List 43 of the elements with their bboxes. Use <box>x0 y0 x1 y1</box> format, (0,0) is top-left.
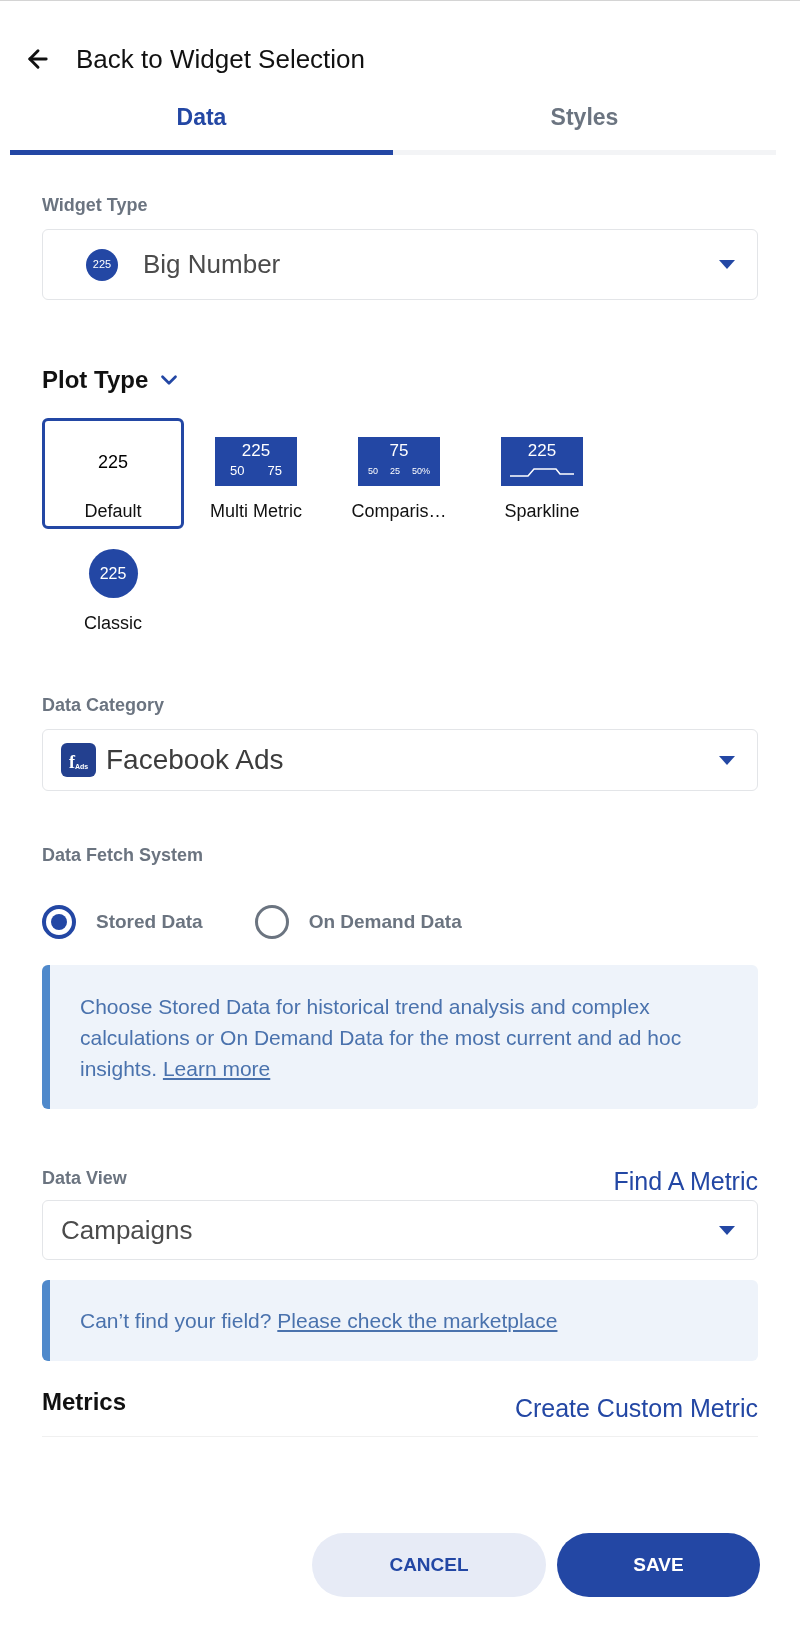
preview-number: 50 <box>230 462 245 480</box>
preview-number: 50% <box>411 465 430 478</box>
radio-button[interactable] <box>42 905 76 939</box>
field-label: Data View <box>42 1167 127 1190</box>
field-label: Data Fetch System <box>42 844 205 867</box>
preview-number: 50 <box>368 465 378 478</box>
preview-number: 225 <box>241 440 271 462</box>
save-button[interactable]: SAVE <box>557 1533 760 1597</box>
radio-button[interactable] <box>254 905 289 939</box>
caret-icon <box>719 260 735 269</box>
preview-number: 75 <box>389 440 409 462</box>
radio-label[interactable]: On Demand Data <box>308 907 462 937</box>
plot-type-option[interactable]: 225 50 75 Multi Metric <box>185 418 327 529</box>
caret-icon <box>719 1225 735 1235</box>
plot-type-option[interactable]: 225 Default <box>42 418 184 529</box>
tab[interactable]: Styles <box>393 92 776 155</box>
radio-label[interactable]: Stored Data <box>96 907 203 937</box>
preview-number: 225 <box>99 563 127 584</box>
data-view-select[interactable]: Campaigns <box>42 1200 758 1260</box>
back-link[interactable]: Back to Widget Selection <box>76 39 366 79</box>
cancel-button[interactable]: CANCEL <box>312 1533 546 1597</box>
learn-more-link[interactable]: Learn more <box>162 1056 271 1080</box>
section-title: Plot Type <box>42 365 149 395</box>
plot-type-option[interactable]: 225 Sparkline <box>471 418 613 529</box>
caret-icon <box>719 755 735 765</box>
marketplace-link[interactable]: Please check the marketplace <box>277 1309 558 1332</box>
plot-type-option[interactable]: 75 50 25 50% Comparis… <box>328 418 470 529</box>
preview-number: 25 <box>390 465 400 478</box>
field-label: Data Category <box>42 694 166 717</box>
widget-type-select[interactable]: 225 Big Number <box>42 229 758 300</box>
create-metric-link[interactable]: Create Custom Metric <box>514 1392 758 1424</box>
preview-number: 75 <box>267 462 282 480</box>
plot-type-option[interactable]: 225 Classic <box>42 530 184 641</box>
info-text: Can’t find your field? Please check the marketplace <box>80 1308 558 1334</box>
section-title: Metrics <box>42 1387 127 1417</box>
preview-number: 225 <box>97 450 128 473</box>
preview-number: 225 <box>527 440 557 462</box>
number-badge-icon: 225 <box>86 248 118 281</box>
tab[interactable]: Data <box>10 92 393 155</box>
find-metric-link[interactable]: Find A Metric <box>613 1165 758 1197</box>
info-text: Choose Stored Data for historical trend analysis and complex calculations or On Demand Data for the most current and ad hoc insights. Learn more <box>80 993 683 1082</box>
field-label: Widget Type <box>42 194 149 217</box>
sparkline-icon <box>510 468 574 477</box>
